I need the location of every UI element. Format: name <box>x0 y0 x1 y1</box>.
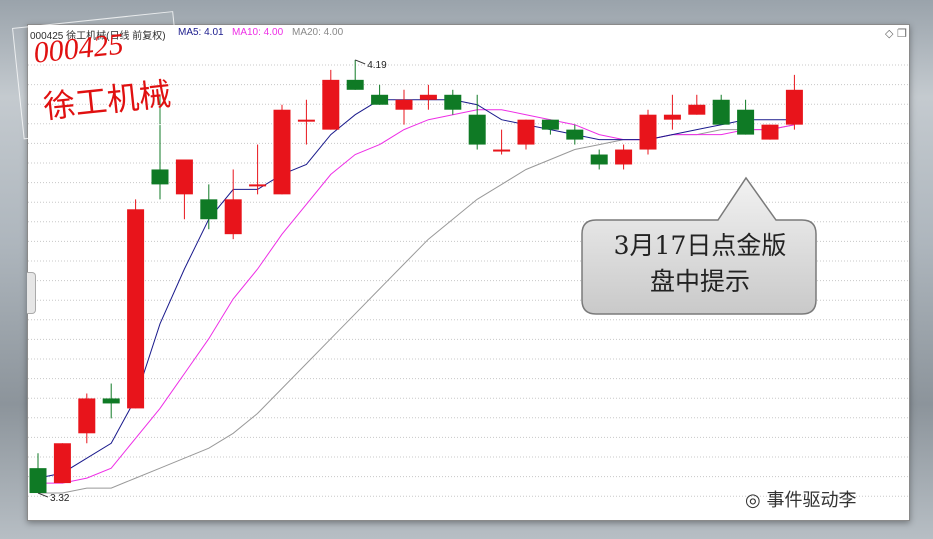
candle-body <box>712 99 730 125</box>
candle-body <box>53 443 71 484</box>
left-panel-toggle[interactable] <box>27 272 36 314</box>
candle-body <box>224 199 242 235</box>
candle-body <box>737 109 755 135</box>
candle-body <box>663 114 681 120</box>
watermark-text: 事件驱动李 <box>766 490 857 511</box>
candle-body <box>761 124 779 140</box>
stock-stamp: 000425 徐工机械 <box>12 11 185 140</box>
candle-body <box>688 104 706 115</box>
candle-body <box>615 149 633 165</box>
candle-body <box>175 159 193 195</box>
stamp-name: 徐工机械 <box>41 74 173 127</box>
candle-body <box>639 114 657 150</box>
callout-text: 3月17日点金版 盘中提示 <box>584 228 816 300</box>
candle-body <box>566 129 584 140</box>
candle-body <box>102 398 120 404</box>
candle-body <box>493 149 511 152</box>
candle-body <box>200 199 218 220</box>
candle-body <box>590 154 608 165</box>
watermark: ◎ 事件驱动李 <box>745 486 856 512</box>
stamp-code: 000425 <box>32 27 126 70</box>
candle-body <box>151 169 169 185</box>
candle-body <box>468 114 486 145</box>
candle-body <box>371 94 389 105</box>
candle-body <box>29 468 47 494</box>
candle-body <box>78 398 96 434</box>
candle-body <box>249 184 267 187</box>
candle-body <box>395 99 413 110</box>
candle-body <box>541 119 559 130</box>
candle-body <box>346 79 364 90</box>
candle-body <box>273 109 291 195</box>
annotation-label: 4.19 <box>367 60 387 71</box>
annotation-label: 3.32 <box>50 493 70 504</box>
candle-body <box>297 119 315 122</box>
candle-body <box>444 94 462 110</box>
wechat-icon: ◎ <box>745 490 761 511</box>
callout-line1: 3月17日点金版 <box>613 231 787 260</box>
callout-line2: 盘中提示 <box>649 267 750 296</box>
annotation-pointer <box>355 59 366 65</box>
candle-body <box>127 209 145 409</box>
candle-body <box>322 79 340 130</box>
candle-body <box>785 89 803 125</box>
candle-body <box>517 119 535 145</box>
candle-body <box>419 94 437 100</box>
